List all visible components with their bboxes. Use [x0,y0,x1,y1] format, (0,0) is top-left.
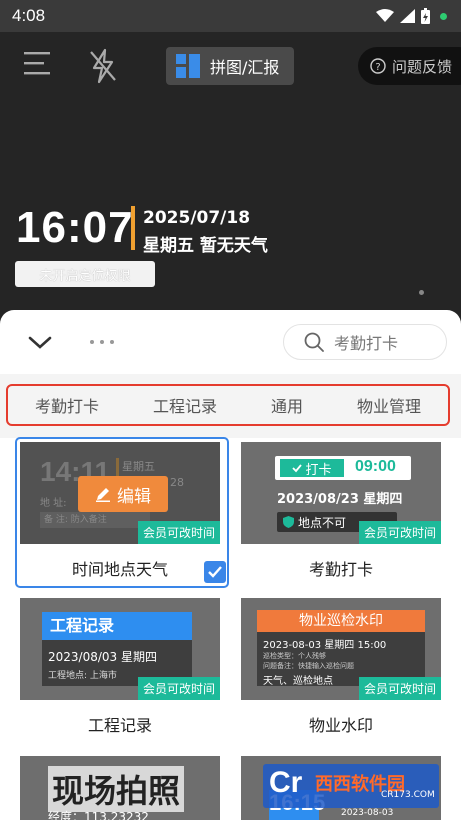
preview-number: 28 [170,476,184,489]
preview-line2: 巡检类型：个人残够 [263,652,326,660]
check-icon [204,561,226,583]
place-text: 地点不可 [298,515,347,530]
more-options-icon[interactable] [90,340,114,344]
template-card-other[interactable]: 16:15 2023-08-03 Cr 西西软件园 CR173.COM [241,756,441,820]
tab-property[interactable]: 物业管理 [357,393,421,417]
template-sheet: 考勤打卡 考勤打卡 工程记录 通用 物业管理 14:11 星期五 28 地 址:… [0,310,461,820]
card-label: 工程记录 [87,716,152,735]
template-card-time-location-weather[interactable]: 14:11 星期五 28 地 址: 备 注: 防入备注 编辑 会员可改时间 时间… [15,437,229,592]
template-thumbnail: 打卡 09:00 2023/08/23 星期四 地点不可 会员可改时间 [241,442,441,544]
watermark-weekday-weather: 星期五 暂无天气 [143,236,268,256]
template-grid: 14:11 星期五 28 地 址: 备 注: 防入备注 编辑 会员可改时间 时间… [0,437,461,820]
location-permission-label: 未开启定位权限 [39,268,131,284]
shield-check-icon [283,516,294,528]
chevron-down-icon[interactable] [28,336,52,350]
category-tabs-highlight: 考勤打卡 工程记录 通用 物业管理 [6,384,450,426]
member-badge: 会员可改时间 [137,521,220,544]
preview-date: 2023-08-03 [341,808,394,818]
svg-text:?: ? [375,62,380,73]
template-thumbnail: 工程记录 2023/08/03 星期四 工程地点: 上海市 会员可改时间 [20,598,220,700]
preview-line3: 问题备注：快捷输入巡检问题 [263,662,354,670]
member-badge: 会员可改时间 [358,521,441,544]
search-icon [304,332,324,352]
punch-time: 09:00 [355,458,396,475]
preview-line4: 天气、巡检地点 [263,676,333,687]
template-card-engineering[interactable]: 工程记录 2023/08/03 星期四 工程地点: 上海市 会员可改时间 工程记… [20,598,220,748]
template-card-site-photo[interactable]: 现场拍照 经度：113.23232 [20,756,220,820]
tab-general[interactable]: 通用 [271,393,303,417]
edit-label: 编辑 [117,486,151,507]
template-thumbnail: 物业巡检水印 2023-08-03 星期四 15:00 巡检类型：个人残够 问题… [241,598,441,700]
page-indicator-dot [419,290,424,295]
preview-longitude: 经度：113.23232 [48,810,149,820]
preview-header: 工程记录 [42,612,192,640]
preview-line1: 2023-08-03 星期四 15:00 [263,640,387,651]
feedback-button[interactable]: ? 问题反馈 [358,47,461,85]
preview-note: 备 注: 防入备注 [40,512,150,528]
collage-report-button[interactable]: 拼图/汇报 [166,47,294,85]
tab-attendance[interactable]: 考勤打卡 [35,393,99,417]
preview-weekday: 星期五 [122,460,155,473]
template-thumbnail: 14:11 星期五 28 地 址: 备 注: 防入备注 编辑 会员可改时间 [20,442,220,544]
preview-address: 地 址: [40,498,67,509]
watermark-divider [131,206,135,250]
flash-off-icon[interactable] [88,48,118,84]
pencil-icon [96,488,110,502]
preview-date: 2023/08/23 星期四 [277,492,403,507]
watermark-date: 2025/07/18 [143,208,251,228]
category-tabs: 考勤打卡 工程记录 通用 物业管理 [0,374,461,438]
search-placeholder: 考勤打卡 [334,334,399,353]
card-label: 考勤打卡 [308,560,373,579]
check-icon [292,463,303,472]
edit-button[interactable]: 编辑 [78,476,168,512]
member-badge: 会员可改时间 [137,677,220,700]
logo-mark: Cr [269,766,303,799]
punch-row: 打卡 09:00 [275,456,411,480]
menu-icon[interactable] [24,52,52,76]
status-bar: 4:08 [0,0,461,32]
template-card-property[interactable]: 物业巡检水印 2023-08-03 星期四 15:00 巡检类型：个人残够 问题… [241,598,441,748]
card-label: 物业水印 [308,716,373,735]
location-permission-button[interactable]: 未开启定位权限 [15,261,155,287]
collage-icon [176,54,200,78]
status-icons [376,8,447,24]
signal-icon [400,9,415,23]
member-badge: 会员可改时间 [358,677,441,700]
watermark-time: 16:07 [16,203,134,252]
logo-url: CR173.COM [381,790,435,800]
wifi-icon [376,9,394,22]
status-dot [440,12,447,20]
template-thumbnail: 16:15 2023-08-03 Cr 西西软件园 CR173.COM [241,756,441,820]
punch-label: 打卡 [305,462,332,478]
watermark-logo: Cr 西西软件园 CR173.COM [263,764,439,808]
template-thumbnail: 现场拍照 经度：113.23232 [20,756,220,820]
template-card-attendance[interactable]: 打卡 09:00 2023/08/23 星期四 地点不可 会员可改时间 考勤打卡 [241,442,441,592]
tab-engineering[interactable]: 工程记录 [153,393,217,417]
status-time: 4:08 [12,6,46,25]
feedback-label: 问题反馈 [392,57,453,76]
help-circle-icon: ? [370,58,386,74]
punch-tag: 打卡 [280,459,344,478]
battery-icon [421,8,430,24]
template-search-input[interactable]: 考勤打卡 [283,324,447,360]
card-label: 时间地点天气 [71,560,168,579]
preview-date: 2023/08/03 星期四 [48,650,157,664]
preview-title: 现场拍照 [48,766,185,812]
preview-header: 物业巡检水印 [257,610,425,632]
collage-label: 拼图/汇报 [210,58,280,77]
preview-place: 工程地点: 上海市 [48,671,117,681]
